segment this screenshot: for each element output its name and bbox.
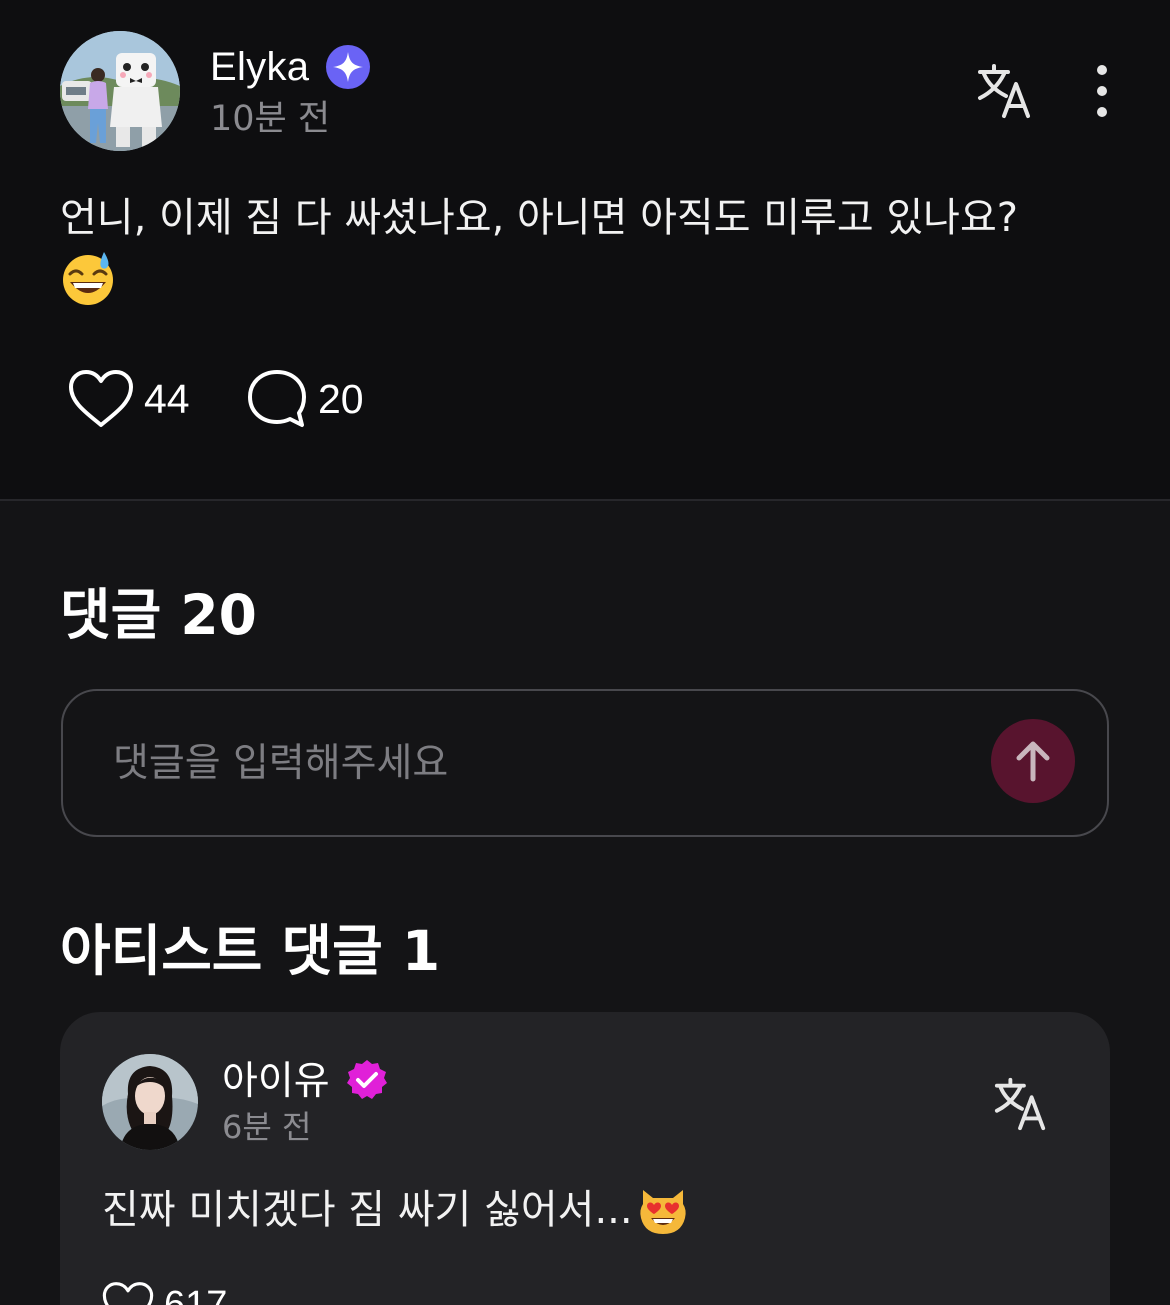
translate-icon[interactable] — [992, 1076, 1050, 1132]
comment-count: 20 — [318, 376, 364, 422]
translate-icon[interactable] — [976, 62, 1034, 120]
artist-comment-time: 6분 전 — [222, 1108, 312, 1146]
artist-name[interactable]: 아이유 — [222, 1056, 330, 1108]
comment-bubble-icon — [248, 370, 306, 427]
author-name[interactable]: Elyka — [210, 40, 309, 94]
post-detail-screen: Elyka 10분 전 언니, 이제 짐 다 싸셨나요, 아니면 아직도 미루고… — [0, 0, 1170, 1305]
heart-icon — [102, 1282, 154, 1305]
comments-heading: 댓글 20 — [60, 583, 257, 647]
send-comment-button[interactable] — [991, 719, 1075, 803]
post: Elyka 10분 전 언니, 이제 짐 다 싸셨나요, 아니면 아직도 미루고… — [0, 0, 1170, 500]
comment-input[interactable] — [113, 735, 933, 791]
post-body-text: 언니, 이제 짐 다 싸셨나요, 아니면 아직도 미루고 있나요? — [60, 195, 1018, 241]
artist-comments-heading: 아티스트 댓글 1 — [60, 919, 441, 983]
verified-check-badge-icon — [347, 1060, 387, 1099]
like-button[interactable]: 44 — [68, 367, 190, 431]
grinning-sweat-emoji — [63, 252, 113, 305]
like-count: 44 — [144, 376, 190, 422]
artist-comment-like-button[interactable]: 617 — [102, 1280, 227, 1305]
artist-avatar[interactable] — [102, 1054, 198, 1150]
artist-comment-like-count: 617 — [164, 1284, 228, 1305]
comment-input-box — [61, 689, 1109, 837]
verified-star-badge-icon — [326, 45, 370, 89]
post-time: 10분 전 — [210, 99, 331, 139]
heart-eyes-cat-emoji — [639, 1190, 686, 1234]
artist-comment-card[interactable]: 아이유 6분 전 진짜 미치겠다 짐 싸기 싫어서... 617 — [60, 1012, 1110, 1305]
more-vertical-icon[interactable] — [1088, 64, 1116, 118]
artist-comment-body: 진짜 미치겠다 짐 싸기 싫어서... — [102, 1182, 689, 1238]
post-body: 언니, 이제 짐 다 싸셨나요, 아니면 아직도 미루고 있나요? — [60, 190, 1110, 306]
artist-comment-text: 진짜 미치겠다 짐 싸기 싫어서... — [102, 1187, 633, 1233]
heart-icon — [69, 370, 133, 427]
comment-button[interactable]: 20 — [246, 367, 364, 431]
arrow-up-icon — [1016, 741, 1050, 782]
author-avatar[interactable] — [60, 31, 180, 151]
